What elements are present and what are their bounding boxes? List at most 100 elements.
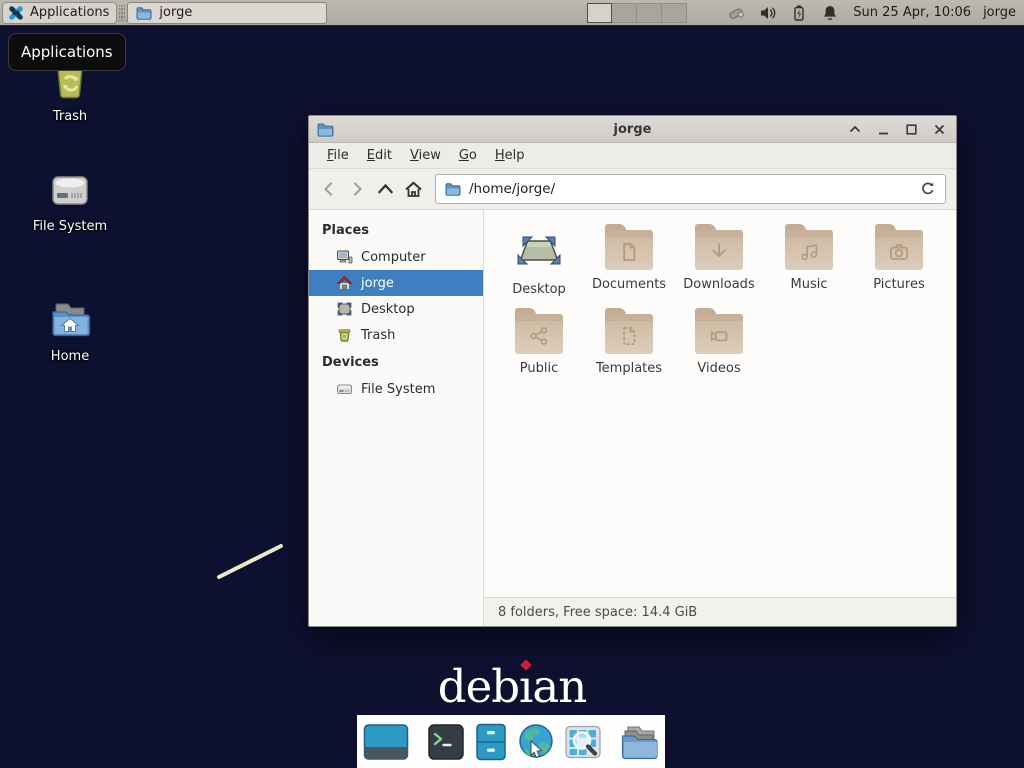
sidebar-item-file-system[interactable]: File System	[309, 376, 483, 402]
toolbar: /home/jorge/	[309, 169, 956, 210]
window-folder-icon	[317, 122, 334, 137]
folder-item-music[interactable]: Music	[764, 227, 854, 297]
desktop-icon-label: File System	[33, 219, 107, 234]
location-bar[interactable]: /home/jorge/	[435, 174, 946, 204]
menu-file[interactable]: File	[319, 145, 357, 166]
file-manager-window: jorge File Edit View Go Help	[308, 115, 957, 627]
panel-handle[interactable]	[119, 5, 125, 21]
panel-clock[interactable]: Sun 25 Apr, 10:06	[853, 5, 971, 20]
up-icon	[377, 181, 394, 197]
folder-item-documents[interactable]: Documents	[584, 227, 674, 297]
folder-icon	[785, 230, 833, 270]
menu-view[interactable]: View	[402, 145, 449, 166]
location-path[interactable]: /home/jorge/	[469, 181, 912, 197]
desktop-icon-label: Trash	[53, 109, 87, 124]
folder-item-desktop[interactable]: Desktop	[494, 227, 584, 297]
sidebar-item-computer[interactable]: Computer	[309, 244, 483, 270]
home-button[interactable]	[399, 175, 427, 203]
template-icon	[616, 323, 642, 349]
web-browser-icon	[517, 723, 555, 761]
back-icon	[321, 181, 337, 197]
dock-web-browser-button[interactable]	[517, 723, 555, 761]
menu-go[interactable]: Go	[451, 145, 485, 166]
sidebar-item-label: Desktop	[361, 302, 415, 317]
applications-menu-button[interactable]: Applications	[2, 2, 117, 24]
directory-menu-icon	[620, 723, 660, 761]
window-titlebar[interactable]: jorge	[309, 116, 956, 143]
sidebar-item-label: File System	[361, 382, 435, 397]
sidebar-item-label: Trash	[361, 328, 395, 343]
back-button[interactable]	[315, 175, 343, 203]
home-folder-icon	[46, 296, 94, 344]
dock-terminal-button[interactable]	[427, 723, 465, 761]
top-panel: Applications jorge S	[0, 0, 1024, 26]
menu-edit[interactable]: Edit	[359, 145, 400, 166]
folder-icon	[875, 230, 923, 270]
taskbar-window-label: jorge	[159, 5, 192, 20]
folder-icon	[605, 314, 653, 354]
shade-button[interactable]	[846, 120, 864, 138]
dock-app-finder-button[interactable]	[564, 723, 602, 761]
minimize-icon	[878, 124, 889, 135]
close-button[interactable]	[930, 120, 948, 138]
dock-show-desktop-button[interactable]	[363, 723, 409, 761]
applications-tooltip: Applications	[8, 33, 126, 71]
menu-help[interactable]: Help	[487, 145, 533, 166]
video-icon	[706, 323, 732, 349]
folder-icon	[605, 230, 653, 270]
desktop-icon	[515, 227, 563, 275]
file-cabinet-icon	[474, 723, 508, 761]
sidebar-item-jorge[interactable]: jorge	[309, 270, 483, 296]
dock-file-manager-button[interactable]	[474, 723, 508, 761]
bell-icon[interactable]	[821, 4, 839, 22]
folder-view: Desktop Documents	[484, 210, 956, 626]
maximize-icon	[906, 124, 917, 135]
workspace-4[interactable]	[662, 3, 687, 23]
applications-menu-label: Applications	[30, 5, 109, 20]
menu-bar: File Edit View Go Help	[309, 143, 956, 169]
folder-item-label: Templates	[596, 361, 662, 376]
share-icon	[526, 323, 552, 349]
sidebar-item-label: jorge	[361, 276, 394, 291]
folder-item-templates[interactable]: Templates	[584, 311, 674, 376]
folder-item-pictures[interactable]: Pictures	[854, 227, 944, 297]
folder-item-videos[interactable]: Videos	[674, 311, 764, 376]
sidebar-item-desktop[interactable]: Desktop	[309, 296, 483, 322]
forward-button[interactable]	[343, 175, 371, 203]
folder-item-public[interactable]: Public	[494, 311, 584, 376]
devices-header: Devices	[309, 348, 483, 376]
status-text: 8 folders, Free space: 14.4 GiB	[498, 605, 697, 620]
maximize-button[interactable]	[902, 120, 920, 138]
folder-item-label: Pictures	[873, 277, 924, 292]
desktop-icon-home[interactable]: Home	[20, 296, 120, 364]
close-icon	[934, 124, 945, 135]
camera-icon	[886, 239, 912, 265]
terminal-icon	[427, 723, 465, 761]
stylus-icon[interactable]	[727, 4, 746, 22]
computer-icon	[336, 249, 353, 265]
sidebar-item-label: Computer	[361, 250, 426, 265]
logo-i: ı	[519, 660, 532, 713]
show-desktop-icon	[363, 723, 409, 761]
shade-icon	[849, 125, 861, 133]
taskbar-window-button[interactable]: jorge	[127, 2, 327, 24]
desktop-icon-label: Home	[51, 349, 89, 364]
music-icon	[796, 239, 822, 265]
sidebar-item-trash[interactable]: Trash	[309, 322, 483, 348]
dock-directory-menu-button[interactable]	[620, 723, 660, 761]
reload-icon[interactable]	[920, 181, 936, 197]
workspace-2[interactable]	[612, 3, 637, 23]
minimize-button[interactable]	[874, 120, 892, 138]
places-header: Places	[309, 216, 483, 244]
panel-user-menu[interactable]: jorge	[983, 5, 1016, 20]
workspace-1[interactable]	[587, 3, 612, 23]
workspace-3[interactable]	[637, 3, 662, 23]
sidebar: Places Computer jorge	[309, 210, 484, 626]
desktop-icon-file-system[interactable]: File System	[20, 166, 120, 234]
up-button[interactable]	[371, 175, 399, 203]
folder-icon	[695, 314, 743, 354]
folder-item-downloads[interactable]: Downloads	[674, 227, 764, 297]
volume-icon[interactable]	[759, 4, 777, 22]
battery-icon[interactable]	[790, 4, 808, 22]
system-tray	[727, 4, 839, 22]
